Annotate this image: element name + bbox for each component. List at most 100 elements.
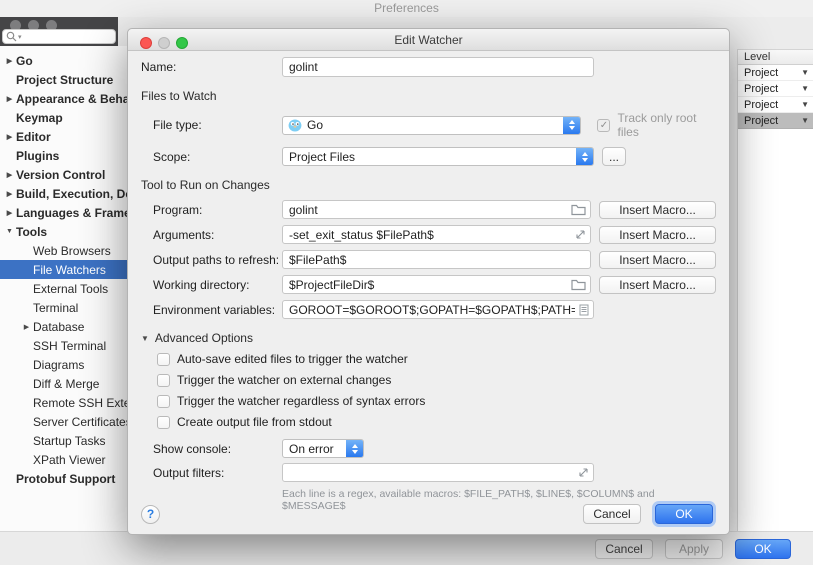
program-input[interactable] (289, 203, 567, 217)
name-input[interactable] (289, 60, 589, 74)
go-file-type-icon (288, 119, 302, 132)
show-console-dropdown[interactable]: On error (282, 439, 364, 458)
sidebar-item-xpath-viewer[interactable]: XPath Viewer (0, 450, 127, 469)
dropdown-stepper-icon[interactable] (576, 148, 593, 165)
level-cell-dropdown[interactable]: Project ▼ (738, 97, 813, 113)
folder-icon[interactable] (571, 278, 586, 291)
dialog-cancel-button[interactable]: Cancel (583, 504, 641, 524)
checkbox-auto-save-edited-files-to-trigger-the-watcher[interactable]: Auto-save edited files to trigger the wa… (157, 352, 716, 366)
disclosure-right-icon[interactable]: ▶ (3, 57, 16, 65)
scope-dropdown[interactable]: Project Files (282, 147, 594, 166)
settings-tree: ▶GoProject Structure▶Appearance & Behavi… (0, 46, 127, 531)
insert-macro-button[interactable]: Insert Macro... (599, 201, 716, 219)
sidebar-item-diff-merge[interactable]: Diff & Merge (0, 374, 127, 393)
checkbox-unchecked-icon[interactable] (157, 374, 170, 387)
name-label: Name: (141, 60, 282, 74)
dialog-zoom-button[interactable] (176, 37, 188, 49)
files-to-watch-section-label: Files to Watch (141, 89, 716, 103)
sidebar-item-tools[interactable]: ▼Tools (0, 222, 127, 241)
disclosure-right-icon[interactable]: ▶ (3, 95, 16, 103)
insert-macro-button[interactable]: Insert Macro... (599, 226, 716, 244)
dropdown-stepper-icon[interactable] (346, 440, 363, 457)
sidebar-item-keymap[interactable]: Keymap (0, 108, 127, 127)
chevron-down-icon[interactable]: ▼ (801, 100, 809, 109)
disclosure-down-icon[interactable]: ▼ (3, 228, 16, 235)
checkbox-trigger-the-watcher-regardless-of-syntax-errors[interactable]: Trigger the watcher regardless of syntax… (157, 394, 716, 408)
preferences-apply-button[interactable]: Apply (665, 539, 723, 559)
name-field[interactable] (282, 57, 594, 77)
sidebar-item-label: File Watchers (33, 263, 106, 277)
edit-watcher-dialog: Edit Watcher Name: Files to Watch File t… (127, 28, 730, 535)
preferences-ok-button[interactable]: OK (735, 539, 791, 559)
disclosure-right-icon[interactable]: ▶ (3, 171, 16, 179)
sidebar-item-ssh-terminal[interactable]: SSH Terminal (0, 336, 127, 355)
sidebar-item-terminal[interactable]: Terminal (0, 298, 127, 317)
chevron-down-icon[interactable]: ▼ (801, 68, 809, 77)
sidebar-item-protobuf-support[interactable]: Protobuf Support (0, 469, 127, 488)
file-type-dropdown[interactable]: Go (282, 116, 581, 135)
scope-browse-button[interactable]: ... (602, 147, 626, 166)
dialog-ok-button[interactable]: OK (655, 504, 713, 524)
sidebar-item-version-control[interactable]: ▶Version Control (0, 165, 127, 184)
insert-macro-button[interactable]: Insert Macro... (599, 251, 716, 269)
level-cell-dropdown[interactable]: Project▼ (738, 65, 813, 81)
output-filters-input[interactable] (289, 466, 574, 480)
preferences-window-title: Preferences (0, 0, 813, 17)
sidebar-item-project-structure[interactable]: Project Structure (0, 70, 127, 89)
working-directory-field[interactable] (282, 275, 591, 294)
output-filters-field[interactable] (282, 463, 594, 482)
output-paths-field[interactable] (282, 250, 591, 269)
arguments-field[interactable] (282, 225, 591, 244)
checkbox-unchecked-icon[interactable] (157, 416, 170, 429)
sidebar-item-appearance-behavior[interactable]: ▶Appearance & Behavior (0, 89, 127, 108)
chevron-down-icon[interactable]: ▼ (801, 84, 809, 93)
disclosure-right-icon[interactable]: ▶ (3, 133, 16, 141)
sidebar-item-server-certificates[interactable]: Server Certificates (0, 412, 127, 431)
disclosure-right-icon[interactable]: ▶ (3, 190, 16, 198)
output-paths-input[interactable] (289, 253, 586, 267)
help-button[interactable]: ? (141, 505, 160, 524)
disclosure-right-icon[interactable]: ▶ (20, 323, 33, 331)
sidebar-item-go[interactable]: ▶Go (0, 51, 127, 70)
arguments-input[interactable] (289, 228, 571, 242)
level-cell-dropdown[interactable]: Project▼ (738, 113, 813, 129)
insert-macro-button[interactable]: Insert Macro... (599, 276, 716, 294)
sidebar-item-diagrams[interactable]: Diagrams (0, 355, 127, 374)
sidebar-item-external-tools[interactable]: External Tools (0, 279, 127, 298)
sidebar-item-remote-ssh-external-tools[interactable]: Remote SSH External Tools (0, 393, 127, 412)
track-only-root-files-checkbox[interactable]: ✓ Track only root files (597, 111, 716, 139)
sidebar-item-database[interactable]: ▶Database (0, 317, 127, 336)
level-column-header[interactable]: Level (738, 50, 813, 65)
checkbox-create-output-file-from-stdout[interactable]: Create output file from stdout (157, 415, 716, 429)
sidebar-item-startup-tasks[interactable]: Startup Tasks (0, 431, 127, 450)
sidebar-item-editor[interactable]: ▶Editor (0, 127, 127, 146)
advanced-options-toggle[interactable]: ▼ Advanced Options (141, 331, 716, 345)
sidebar-item-file-watchers[interactable]: File Watchers (0, 260, 127, 279)
checkbox-trigger-the-watcher-on-external-changes[interactable]: Trigger the watcher on external changes (157, 373, 716, 387)
dialog-close-button[interactable] (140, 37, 152, 49)
checkbox-unchecked-icon[interactable] (157, 395, 170, 408)
sidebar-item-label: Diagrams (33, 358, 84, 372)
chevron-down-icon[interactable]: ▼ (801, 116, 809, 125)
dropdown-stepper-icon[interactable] (563, 117, 580, 134)
preferences-cancel-button[interactable]: Cancel (595, 539, 653, 559)
sidebar-item-build-execution-deployment[interactable]: ▶Build, Execution, Deployment (0, 184, 127, 203)
edit-variables-icon[interactable] (579, 304, 589, 316)
sidebar-item-web-browsers[interactable]: Web Browsers (0, 241, 127, 260)
settings-search-box[interactable]: ▾ (2, 29, 116, 44)
expand-field-icon[interactable] (578, 467, 589, 478)
search-input[interactable] (22, 31, 112, 43)
level-cell-value: Project (744, 99, 778, 111)
disclosure-right-icon[interactable]: ▶ (3, 209, 16, 217)
checkbox-unchecked-icon[interactable] (157, 353, 170, 366)
sidebar-item-languages-frameworks[interactable]: ▶Languages & Frameworks (0, 203, 127, 222)
folder-icon[interactable] (571, 203, 586, 216)
expand-field-icon[interactable] (575, 229, 586, 240)
program-field[interactable] (282, 200, 591, 219)
working-directory-input[interactable] (289, 278, 567, 292)
environment-variables-input[interactable] (289, 303, 575, 317)
sidebar-item-label: Terminal (33, 301, 78, 315)
sidebar-item-plugins[interactable]: Plugins (0, 146, 127, 165)
level-cell-dropdown[interactable]: Project▼ (738, 81, 813, 97)
environment-variables-field[interactable] (282, 300, 594, 319)
